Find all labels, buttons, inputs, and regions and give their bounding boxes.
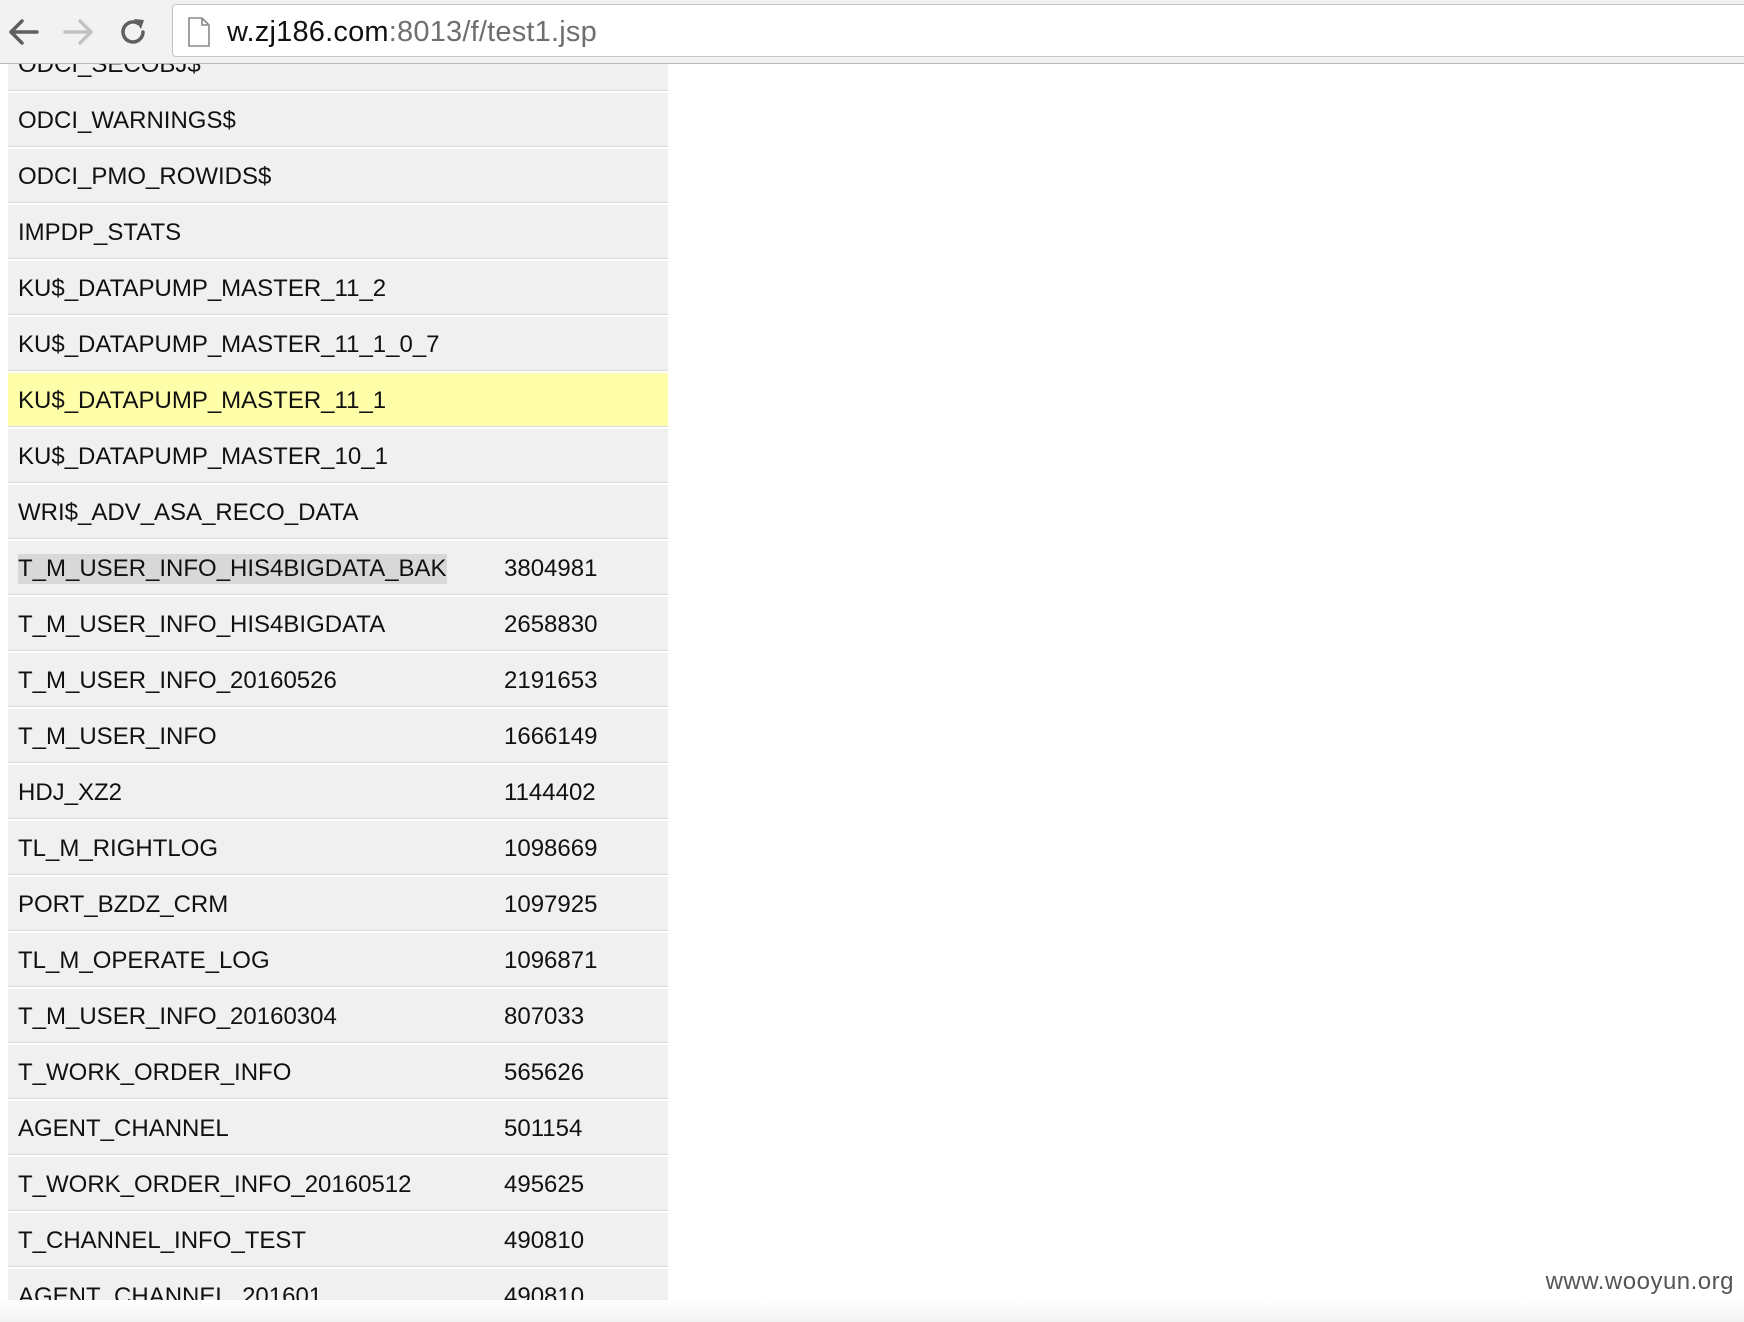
table-name-cell: ODCI_SECOBJ$ (18, 64, 201, 78)
table-count-cell: 3804981 (504, 555, 598, 582)
table-name-cell: PORT_BZDZ_CRM (18, 891, 229, 918)
table-row: KU$_DATAPUMP_MASTER_11_1_0_7 (8, 317, 668, 373)
table-row: T_WORK_ORDER_INFO 565626 (8, 1045, 668, 1101)
table-row: T_M_USER_INFO_HIS4BIGDATA 2658830 (8, 597, 668, 653)
table-name-cell: T_M_USER_INFO_HIS4BIGDATA (18, 611, 386, 638)
table-row: T_CHANNEL_INFO_TEST 490810 (8, 1213, 668, 1269)
table-name-cell: HDJ_XZ2 (18, 779, 123, 806)
bottom-fade (0, 1300, 1744, 1322)
browser-toolbar: w.zj186.com:8013/f/test1.jsp (0, 0, 1744, 64)
table-row: ODCI_SECOBJ$ (8, 64, 668, 93)
table-count-cell: 495625 (504, 1171, 585, 1198)
url-path: :8013/f/test1.jsp (388, 16, 597, 48)
table-name-cell: T_WORK_ORDER_INFO_20160512 (18, 1171, 412, 1198)
page-icon (188, 17, 210, 47)
table-name-cell: TL_M_RIGHTLOG (18, 835, 219, 862)
table-count-cell: 807033 (504, 1003, 585, 1030)
table-count-cell: 501154 (504, 1115, 583, 1142)
table-row: T_M_USER_INFO_HIS4BIGDATA_BAK 3804981 (8, 541, 668, 597)
table-list: ODCI_SECOBJ$ ODCI_WARNINGS$ ODCI_PMO_ROWID… (8, 64, 668, 1322)
table-row: T_M_USER_INFO_20160304 807033 (8, 989, 668, 1045)
table-row: T_WORK_ORDER_INFO_20160512 495625 (8, 1157, 668, 1213)
table-name-cell: T_CHANNEL_INFO_TEST (18, 1227, 307, 1254)
table-row: KU$_DATAPUMP_MASTER_10_1 (8, 429, 668, 485)
table-count-cell: 1098669 (504, 835, 598, 862)
forward-button[interactable] (56, 10, 100, 54)
page-content: ODCI_SECOBJ$ ODCI_WARNINGS$ ODCI_PMO_ROWID… (0, 64, 1744, 1322)
table-count-cell: 1096871 (504, 947, 598, 974)
table-count-cell: 1097925 (504, 891, 598, 918)
table-row: IMPDP_STATS (8, 205, 668, 261)
table-row: TL_M_RIGHTLOG 1098669 (8, 821, 668, 877)
table-name-cell: KU$_DATAPUMP_MASTER_10_1 (18, 443, 388, 470)
watermark: www.wooyun.org (1545, 1268, 1734, 1295)
arrow-right-icon (63, 19, 93, 45)
url-text[interactable]: w.zj186.com:8013/f/test1.jsp (227, 15, 597, 49)
table-row: AGENT_CHANNEL 501154 (8, 1101, 668, 1157)
arrow-left-icon (9, 19, 39, 45)
url-host: w.zj186.com (227, 16, 389, 48)
reload-icon (121, 19, 145, 44)
table-name-cell: KU$_DATAPUMP_MASTER_11_1_0_7 (18, 331, 440, 358)
table-row: KU$_DATAPUMP_MASTER_11_2 (8, 261, 668, 317)
table-name-cell: T_WORK_ORDER_INFO (18, 1059, 292, 1086)
back-button[interactable] (2, 10, 46, 54)
table-name-cell: KU$_DATAPUMP_MASTER_11_2 (18, 275, 387, 302)
table-name-cell: TL_M_OPERATE_LOG (18, 947, 270, 974)
table-name-cell: T_M_USER_INFO_HIS4BIGDATA_BAK (18, 554, 447, 584)
table-count-cell: 565626 (504, 1059, 585, 1086)
table-name-cell: IMPDP_STATS (18, 219, 182, 246)
table-count-cell: 1666149 (504, 723, 598, 750)
table-row: WRI$_ADV_ASA_RECO_DATA (8, 485, 668, 541)
table-count-cell: 1144402 (504, 779, 596, 806)
table-name-cell: T_M_USER_INFO_20160304 (18, 1003, 337, 1030)
table-name-cell: ODCI_PMO_ROWIDS$ (18, 163, 272, 190)
table-row: T_M_USER_INFO_20160526 2191653 (8, 653, 668, 709)
reload-button[interactable] (112, 10, 156, 54)
table-row: TL_M_OPERATE_LOG 1096871 (8, 933, 668, 989)
table-name-cell: KU$_DATAPUMP_MASTER_11_1 (18, 387, 387, 414)
address-bar[interactable]: w.zj186.com:8013/f/test1.jsp (172, 4, 1744, 57)
table-row: PORT_BZDZ_CRM 1097925 (8, 877, 668, 933)
table-count-cell: 490810 (504, 1227, 585, 1254)
table-name-cell: WRI$_ADV_ASA_RECO_DATA (18, 499, 359, 526)
table-count-cell: 2191653 (504, 667, 598, 694)
table-row: HDJ_XZ2 1144402 (8, 765, 668, 821)
table-row: KU$_DATAPUMP_MASTER_11_1 (8, 373, 668, 429)
table-name-cell: T_M_USER_INFO (18, 723, 217, 750)
table-row: ODCI_WARNINGS$ (8, 93, 668, 149)
table-name-cell: ODCI_WARNINGS$ (18, 107, 236, 134)
table-count-cell: 2658830 (504, 611, 598, 638)
table-name-cell: T_M_USER_INFO_20160526 (18, 667, 337, 694)
table-row: ODCI_PMO_ROWIDS$ (8, 149, 668, 205)
table-name-cell: AGENT_CHANNEL (18, 1115, 229, 1142)
table-row: T_M_USER_INFO 1666149 (8, 709, 668, 765)
